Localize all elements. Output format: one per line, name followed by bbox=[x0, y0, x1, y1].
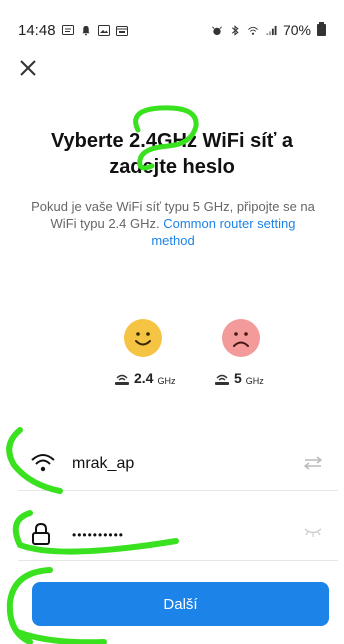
page-title-line1: Vyberte 2.4GHz WiFi síť a bbox=[50, 130, 294, 152]
wifi-status-icon bbox=[248, 26, 258, 35]
password-divider bbox=[18, 560, 338, 561]
close-icon bbox=[20, 60, 36, 76]
router-setting-link[interactable]: Common router setting method bbox=[151, 216, 295, 248]
band-2-4ghz-label: 2.4 GHz bbox=[114, 370, 175, 386]
password-value: •••••••••• bbox=[72, 528, 125, 542]
ssid-divider bbox=[18, 490, 338, 491]
router-icon bbox=[115, 374, 129, 385]
band-bad-unit: GHz bbox=[245, 376, 264, 386]
wifi-name-field[interactable]: mrak_ap bbox=[18, 442, 328, 486]
router-icon bbox=[215, 374, 229, 385]
band-good-unit: GHz bbox=[157, 376, 176, 386]
band-good-value: 2.4 bbox=[134, 370, 154, 386]
status-bar: 14:48 70% bbox=[0, 0, 344, 52]
calendar-icon bbox=[115, 26, 128, 36]
lock-icon bbox=[32, 522, 50, 545]
message-icon bbox=[61, 25, 74, 35]
happy-face-icon bbox=[124, 319, 162, 357]
notification-bell-icon bbox=[81, 25, 90, 36]
gallery-icon bbox=[97, 25, 110, 36]
info-text: Pokud je vaše WiFi síť typu 5 GHz, připo… bbox=[28, 198, 318, 249]
hide-password-icon[interactable] bbox=[304, 526, 322, 538]
switch-network-icon[interactable] bbox=[304, 456, 322, 470]
battery-percent: 70% bbox=[282, 22, 311, 38]
page-title: Vyberte 2.4GHz WiFi síť a zadejte heslo bbox=[0, 128, 344, 180]
sad-face-icon bbox=[222, 319, 260, 357]
status-left: 14:48 bbox=[18, 22, 128, 39]
battery-icon bbox=[317, 22, 326, 36]
wifi-icon bbox=[31, 454, 55, 472]
bluetooth-icon bbox=[231, 24, 239, 36]
signal-icon bbox=[266, 25, 277, 35]
wifi-name-value: mrak_ap bbox=[72, 455, 135, 472]
page-title-line2: zadejte heslo bbox=[109, 156, 235, 178]
alarm-icon bbox=[212, 26, 222, 35]
band-bad-value: 5 bbox=[234, 370, 242, 386]
password-field[interactable]: •••••••••• bbox=[18, 512, 328, 556]
next-button-label: Další bbox=[163, 596, 198, 613]
status-time: 14:48 bbox=[18, 22, 56, 39]
status-right: 70% bbox=[211, 22, 326, 38]
band-5ghz-label: 5 GHz bbox=[214, 370, 264, 386]
close-button[interactable] bbox=[16, 56, 40, 80]
next-button[interactable]: Další bbox=[32, 582, 329, 626]
